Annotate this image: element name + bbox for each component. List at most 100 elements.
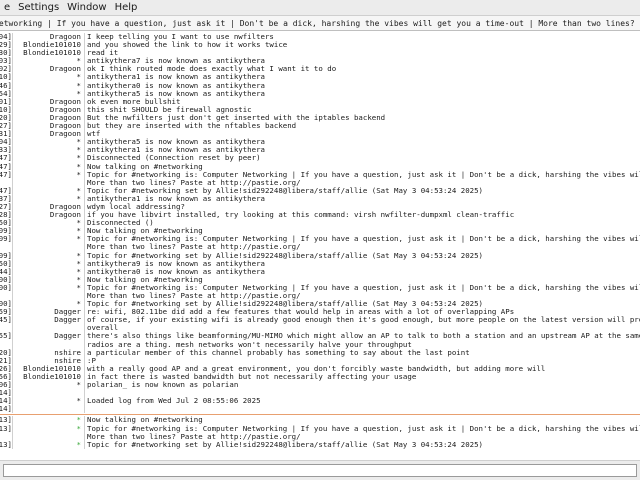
menu-item-window[interactable]: Window xyxy=(63,0,110,15)
timestamp-text: 43:13] xyxy=(0,416,12,425)
chat-line: 18:47]*Now talking on #networking xyxy=(0,162,640,171)
timestamp: 50:31] xyxy=(0,130,12,138)
nickname[interactable]: Dagger xyxy=(13,332,84,340)
nickname[interactable] xyxy=(13,179,84,187)
nickname[interactable]: * xyxy=(13,425,84,433)
nickname[interactable] xyxy=(13,243,84,251)
timestamp: 20:00] xyxy=(0,284,12,292)
nickname[interactable]: Dragoon xyxy=(13,203,84,211)
nickname[interactable]: Dragoon xyxy=(13,122,84,130)
chat-line: 43:13]*Now talking on #networking xyxy=(0,416,640,425)
nickname[interactable]: Dragoon xyxy=(13,211,84,219)
timestamp-text: 15:04] xyxy=(0,33,12,41)
nickname[interactable]: * xyxy=(13,441,84,449)
message-text: Disconnected (Connection reset by peer) xyxy=(87,154,261,163)
nickname[interactable] xyxy=(13,292,84,300)
nickname[interactable]: Dagger xyxy=(13,308,84,316)
nickname[interactable]: Dragoon xyxy=(13,98,84,106)
timestamp-text: 26:45] xyxy=(0,316,12,325)
nickname[interactable]: Dagger xyxy=(13,316,84,324)
nickname[interactable]: * xyxy=(13,57,84,65)
chat-line: 18:47]*Topic for #networking is: Compute… xyxy=(0,170,640,179)
chat-line: 20:03]*antikythera7 is now known as anti… xyxy=(0,57,640,66)
nickname[interactable]: Dragoon xyxy=(13,114,84,122)
menu-item-settings[interactable]: Settings xyxy=(14,0,63,15)
message-text: Topic for #networking set by Allie!sid29… xyxy=(87,440,484,449)
message-text: antikythera1 is now known as antikythera xyxy=(87,146,265,155)
message-text: in fact there is wasted bandwidth but no… xyxy=(87,372,417,381)
nickname[interactable]: Blondie101010 xyxy=(13,41,84,49)
nickname[interactable]: * xyxy=(13,268,84,276)
message-input[interactable] xyxy=(3,464,637,477)
nickname[interactable]: Dragoon xyxy=(13,65,84,73)
timestamp: 50:27] xyxy=(0,122,12,130)
menu-bar: e Settings Window Help xyxy=(0,0,640,16)
nickname[interactable] xyxy=(13,405,84,413)
nickname[interactable]: * xyxy=(13,163,84,171)
menu-item-file[interactable]: e xyxy=(0,0,14,15)
chat-line: 20:00]*Now talking on #networking xyxy=(0,275,640,284)
menu-item-help[interactable]: Help xyxy=(111,0,142,15)
chat-line: 52:09]*Topic for #networking set by Alli… xyxy=(0,251,640,260)
chat-line: 25:59]Daggerre: wifi, 802.11be did add a… xyxy=(0,308,640,317)
nickname[interactable]: Dragoon xyxy=(13,106,84,114)
message-text: there's also things like beamforming/MU-… xyxy=(87,332,640,341)
chat-line: 00:04]*antikythera5 is now known as anti… xyxy=(0,138,640,147)
timestamp xyxy=(0,324,12,332)
timestamp: 27:55] xyxy=(0,332,12,340)
message-text: ok I think routed mode does exactly what… xyxy=(87,65,337,74)
timestamp-text: 20:00] xyxy=(0,283,12,292)
nickname[interactable]: * xyxy=(13,146,84,154)
marker-line xyxy=(0,414,640,416)
nickname[interactable]: * xyxy=(13,300,84,308)
nickname[interactable]: * xyxy=(13,397,84,405)
nickname[interactable]: * xyxy=(13,138,84,146)
nickname[interactable]: nshire xyxy=(13,357,84,365)
nickname[interactable]: * xyxy=(13,90,84,98)
nickname[interactable]: * xyxy=(13,171,84,179)
chat-line: 52:09]*Now talking on #networking xyxy=(0,227,640,236)
message-text: antikythera5 is now known as antikythera xyxy=(87,138,265,147)
nickname[interactable]: Dragoon xyxy=(13,33,84,41)
channel-topic-bar[interactable]: uter Networking | If you have a question… xyxy=(0,16,640,31)
nickname[interactable]: * xyxy=(13,416,84,424)
message-text xyxy=(85,405,640,413)
nickname[interactable]: * xyxy=(13,227,84,235)
nickname[interactable]: Blondie101010 xyxy=(13,365,84,373)
chat-log[interactable]: 15:04]DragoonI keep telling you I want t… xyxy=(0,33,640,451)
nickname[interactable] xyxy=(13,433,84,441)
nickname[interactable]: * xyxy=(13,195,84,203)
timestamp-text: 15:29] xyxy=(0,41,12,50)
nickname[interactable]: * xyxy=(13,381,84,389)
timestamp-text: 20:27] xyxy=(0,202,12,211)
nickname[interactable]: nshire xyxy=(13,349,84,357)
nickname[interactable]: Blondie101010 xyxy=(13,49,84,57)
nickname[interactable]: * xyxy=(13,235,84,243)
nickname[interactable]: * xyxy=(13,219,84,227)
timestamp-text: 19:37] xyxy=(0,194,12,203)
nickname[interactable] xyxy=(13,341,84,349)
nickname[interactable] xyxy=(13,389,84,397)
timestamp-text: 10:33] xyxy=(0,146,12,155)
chat-line: overall xyxy=(0,324,640,333)
nickname[interactable]: * xyxy=(13,252,84,260)
nickname[interactable]: * xyxy=(13,154,84,162)
nickname[interactable]: * xyxy=(13,260,84,268)
timestamp: 26:45] xyxy=(0,316,12,324)
chat-line: 50:10]Dragoonthis shit SHOULD be firewal… xyxy=(0,105,640,114)
nickname[interactable]: * xyxy=(13,276,84,284)
timestamp-text: 15:30] xyxy=(0,49,12,58)
nickname[interactable]: * xyxy=(13,187,84,195)
chat-line: 43:14] xyxy=(0,389,640,398)
nickname[interactable]: * xyxy=(13,73,84,81)
nickname[interactable] xyxy=(13,324,84,332)
nickname[interactable]: Blondie101010 xyxy=(13,373,84,381)
nickname[interactable]: * xyxy=(13,284,84,292)
timestamp: 43:13] xyxy=(0,425,12,433)
chat-line: 49:54]*antikythera5 is now known as anti… xyxy=(0,89,640,98)
nickname[interactable]: Dragoon xyxy=(13,130,84,138)
message-text: Loaded log from Wed Jul 2 08:55:06 2025 xyxy=(87,397,261,406)
nickname[interactable]: * xyxy=(13,82,84,90)
chat-line: 21:28]Dragoonif you have libvirt install… xyxy=(0,211,640,220)
timestamp: 18:47] xyxy=(0,154,12,162)
